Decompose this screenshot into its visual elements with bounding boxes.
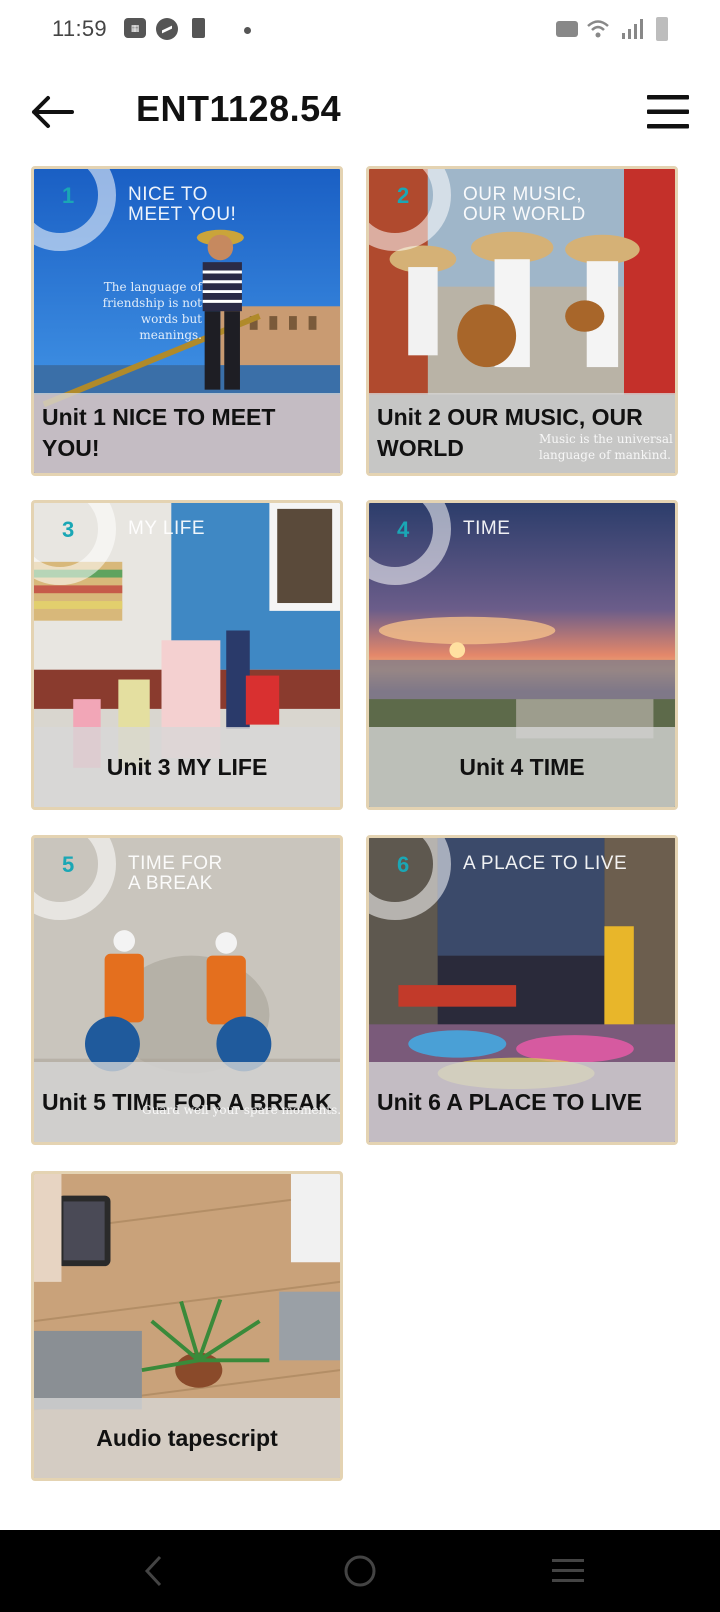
unit-number: 5 xyxy=(62,852,75,877)
audio-tapescript-label: Audio tapescript xyxy=(96,1424,278,1451)
unit-label: Unit 4 TIME xyxy=(459,753,585,780)
status-bar: 11:59 ▦ xyxy=(0,0,720,62)
messenger-icon xyxy=(156,18,178,40)
cover-title: NICE TO MEET YOU! xyxy=(128,184,237,225)
back-button[interactable] xyxy=(22,82,82,142)
cover-title: TIME xyxy=(463,518,511,539)
battery-saver-icon xyxy=(192,18,205,38)
unit-label: Unit 6 A PLACE TO LIVE xyxy=(377,1088,642,1115)
cover-quote: The language of friendship is not words … xyxy=(102,280,202,342)
unit-card-1[interactable]: 1 NICE TO MEET YOU! The language of frie… xyxy=(31,166,343,476)
unit-number: 4 xyxy=(397,517,410,542)
battery-icon xyxy=(656,17,668,41)
unit-number: 6 xyxy=(397,852,410,877)
unit-card-4[interactable]: 4 TIME Unit 4 TIME xyxy=(366,500,678,810)
audio-tapescript-card[interactable]: Audio tapescript xyxy=(31,1171,343,1481)
notification-dot-icon xyxy=(244,27,251,34)
cover-title: OUR MUSIC, OUR WORLD xyxy=(463,184,586,225)
unit-caption: Unit 3 MY LIFE xyxy=(34,727,340,807)
nav-home-button[interactable] xyxy=(300,1530,420,1612)
nav-recents-button[interactable] xyxy=(508,1530,628,1612)
wifi-icon xyxy=(586,18,610,40)
nav-recents-icon xyxy=(552,1559,584,1582)
signal-icon xyxy=(620,18,644,40)
unit-card-2[interactable]: 2 OUR MUSIC, OUR WORLD Music is the univ… xyxy=(366,166,678,476)
cover-quote: Guard well your spare moments. xyxy=(142,1103,342,1117)
unit-number: 3 xyxy=(62,517,75,542)
sim-card-icon: ▦ xyxy=(124,18,146,38)
cover-title: A PLACE TO LIVE xyxy=(463,853,628,874)
unit-caption: Unit 1 NICE TO MEET YOU! xyxy=(34,393,340,473)
nav-back-icon xyxy=(144,1555,162,1587)
arrow-left-icon xyxy=(32,96,74,128)
unit-number: 2 xyxy=(397,183,410,208)
cover-title: TIME FOR A BREAK xyxy=(128,853,223,894)
unit-label: Unit 3 MY LIFE xyxy=(106,753,268,780)
cover-title: MY LIFE xyxy=(128,518,206,539)
vibrate-icon xyxy=(556,21,578,37)
nav-back-button[interactable] xyxy=(94,1530,214,1612)
nav-home-icon xyxy=(344,1555,376,1587)
unit-number: 1 xyxy=(62,183,75,208)
unit-caption: Unit 6 A PLACE TO LIVE xyxy=(369,1062,675,1142)
hamburger-menu-icon xyxy=(647,95,689,129)
unit-label: Unit 1 NICE TO MEET YOU! xyxy=(42,404,276,461)
menu-button[interactable] xyxy=(638,84,698,140)
cover-quote: Music is the universal language of manki… xyxy=(539,432,673,462)
system-nav-bar xyxy=(0,1530,720,1612)
audio-tapescript-caption: Audio tapescript xyxy=(34,1398,340,1478)
unit-caption: Unit 4 TIME xyxy=(369,727,675,807)
unit-card-5[interactable]: 5 TIME FOR A BREAK Guard well your spare… xyxy=(31,835,343,1145)
unit-card-6[interactable]: 6 A PLACE TO LIVE Unit 6 A PLACE TO LIVE xyxy=(366,835,678,1145)
app-bar: ENT1128.54 xyxy=(0,62,720,162)
unit-card-3[interactable]: 3 MY LIFE Unit 3 MY LIFE xyxy=(31,500,343,810)
status-time: 11:59 xyxy=(52,16,107,41)
page-title: ENT1128.54 xyxy=(136,88,342,129)
